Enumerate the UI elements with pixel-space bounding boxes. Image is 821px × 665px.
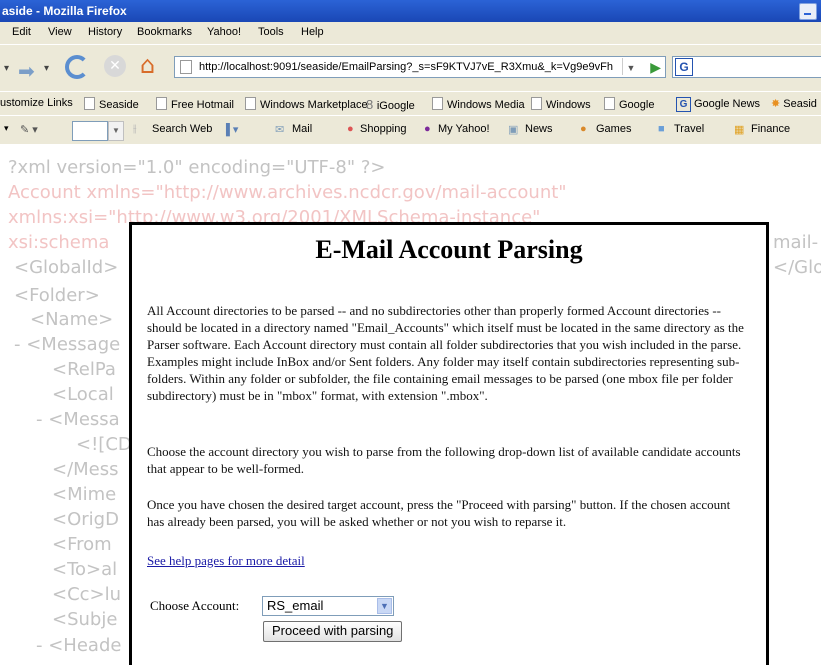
reload-icon[interactable] (65, 55, 89, 79)
star-icon: ✸ (771, 98, 784, 110)
google-icon: G (675, 58, 693, 76)
toolbar-separator-icon: ⫲ (133, 123, 137, 135)
bookmark-seaside-2[interactable]: ✸ Seasid (771, 97, 817, 110)
home-icon[interactable]: ⌂ (140, 51, 155, 79)
dialog-title: E-Mail Account Parsing (315, 235, 583, 264)
xml-line: mail- (773, 232, 819, 253)
bookmark-windows[interactable]: Windows (531, 97, 591, 111)
xml-line: <Subje (52, 609, 118, 630)
yahoo-games[interactable]: Games (596, 123, 631, 135)
forward-arrow-icon[interactable]: ➡ (18, 59, 35, 83)
bookmarks-toolbar: ustomize Links Seaside Free Hotmail Wind… (0, 91, 821, 116)
go-arrow-icon[interactable]: ▶ (650, 57, 661, 77)
page-icon (180, 60, 192, 74)
back-dropdown-icon[interactable]: ▾ (4, 63, 9, 74)
yahoo-search-web[interactable]: Search Web (152, 123, 212, 135)
igoogle-icon: 8 (366, 97, 377, 112)
bookmark-marketplace[interactable]: Windows Marketplace (245, 97, 368, 111)
google-icon: G (676, 97, 691, 112)
email-parsing-dialog: E-Mail Account Parsing All Account direc… (129, 222, 769, 665)
window-titlebar: aside - Mozilla Firefox (0, 0, 821, 22)
pencil-icon[interactable]: ✎ ▾ (20, 123, 38, 136)
menu-bookmarks[interactable]: Bookmarks (137, 26, 192, 38)
menu-edit[interactable]: Edit (12, 26, 31, 38)
account-select[interactable]: RS_email ▼ (262, 596, 394, 616)
toolbar-dropdown-icon[interactable]: ▾ (4, 123, 9, 134)
menu-view[interactable]: View (48, 26, 72, 38)
window-title: aside - Mozilla Firefox (2, 4, 127, 18)
chevron-down-icon[interactable]: ▼ (377, 598, 392, 614)
search-box[interactable]: G (672, 56, 821, 78)
menu-tools[interactable]: Tools (258, 26, 284, 38)
xml-line: ?xml version="1.0" encoding="UTF-8" ?> (8, 157, 386, 178)
page-icon (432, 97, 443, 110)
yahoo-news[interactable]: News (525, 123, 553, 135)
xml-line: Account xmlns="http://www.archives.ncdcr… (8, 182, 567, 203)
games-icon: ● (580, 123, 587, 135)
yahoo-mail[interactable]: Mail (292, 123, 312, 135)
proceed-button[interactable]: Proceed with parsing (263, 621, 403, 642)
xml-line: - <Message (14, 334, 121, 355)
help-link[interactable]: See help pages for more detail (147, 553, 305, 569)
url-dropdown-icon[interactable]: ▼ (622, 58, 639, 75)
xml-line: - <Messa (36, 409, 120, 430)
stop-icon[interactable]: ✕ (104, 55, 126, 77)
xml-line: <Folder> (14, 285, 100, 306)
forward-dropdown-icon[interactable]: ▾ (44, 63, 49, 74)
navigation-toolbar: ▾ ➡ ▾ ✕ ⌂ http://localhost:9091/seaside/… (0, 44, 821, 91)
xml-line: </Glo (773, 257, 821, 278)
yahoo-search-input[interactable] (72, 121, 108, 141)
xml-line: <RelPa (52, 359, 116, 380)
finance-icon: ▦ (734, 124, 745, 136)
bookmark-seaside[interactable]: Seaside (84, 97, 139, 111)
my-yahoo-icon: ● (424, 123, 431, 135)
url-bar[interactable]: http://localhost:9091/seaside/EmailParsi… (174, 56, 666, 78)
instructions-paragraph: All Account directories to be parsed -- … (147, 303, 744, 403)
bookmark-google[interactable]: Google (604, 97, 654, 111)
xml-line: <From (52, 534, 112, 555)
menu-history[interactable]: History (88, 26, 122, 38)
bookmark-hotmail[interactable]: Free Hotmail (156, 97, 234, 111)
xml-line: <GlobalId> (14, 257, 119, 278)
xml-line: </Mess (52, 459, 119, 480)
xml-line: xsi:schema (8, 232, 110, 253)
page-icon (531, 97, 542, 110)
menu-help[interactable]: Help (301, 26, 324, 38)
xml-line: <OrigD (52, 509, 119, 530)
page-icon (84, 97, 95, 110)
shopping-icon: ● (347, 123, 354, 135)
xml-line: <To>al (52, 559, 118, 580)
news-icon: ▣ (508, 124, 519, 136)
xml-line: <Mime (52, 484, 117, 505)
xml-line: <![CD (76, 434, 132, 455)
page-icon (245, 97, 256, 110)
minimize-button[interactable] (799, 3, 817, 20)
mail-icon: ✉ (275, 124, 285, 136)
yahoo-search-dropdown[interactable]: ▼ (108, 121, 124, 141)
yahoo-travel[interactable]: Travel (674, 123, 704, 135)
yahoo-toolbar: ▾ ✎ ▾ ▼ ⫲ Search Web ▐ ▾ ✉ Mail ● Shoppi… (0, 115, 821, 145)
xml-line: <Cc>lu (52, 584, 122, 605)
bookmark-google-news[interactable]: G Google News (676, 97, 760, 112)
bookmark-customize[interactable]: ustomize Links (0, 97, 73, 109)
choose-account-label: Choose Account: (150, 598, 240, 613)
page-icon (156, 97, 167, 110)
proceed-paragraph: Once you have chosen the desired target … (147, 497, 731, 529)
travel-icon: ■ (658, 123, 665, 135)
yahoo-my-yahoo[interactable]: My Yahoo! (438, 123, 490, 135)
bookmark-igoogle[interactable]: 8 iGoogle (366, 97, 415, 112)
page-icon (604, 97, 615, 110)
choose-paragraph: Choose the account directory you wish to… (147, 444, 741, 476)
url-text[interactable]: http://localhost:9091/seaside/EmailParsi… (199, 57, 613, 77)
yahoo-finance[interactable]: Finance (751, 123, 790, 135)
yahoo-tool-icon[interactable]: ▐ ▾ (222, 123, 238, 136)
xml-line: - <Heade (36, 635, 122, 656)
xml-line: <Local (52, 384, 114, 405)
bookmark-windows-media[interactable]: Windows Media (432, 97, 525, 111)
menu-bar: Edit View History Bookmarks Yahoo! Tools… (0, 22, 821, 44)
menu-yahoo[interactable]: Yahoo! (207, 26, 241, 38)
yahoo-shopping[interactable]: Shopping (360, 123, 407, 135)
xml-line: <Name> (30, 309, 114, 330)
account-select-value: RS_email (267, 598, 324, 613)
